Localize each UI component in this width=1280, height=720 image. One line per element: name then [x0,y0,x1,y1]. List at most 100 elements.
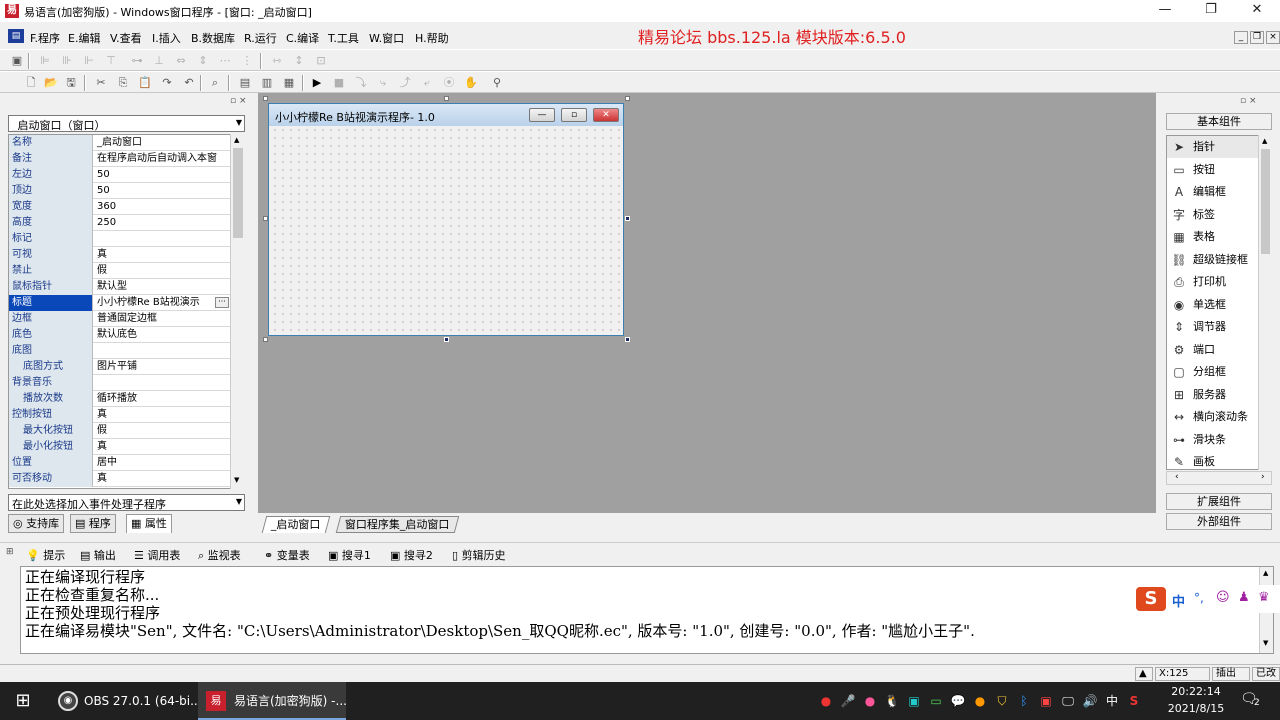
property-row[interactable]: 边框 普通固定边框 [9,311,231,327]
panel-pin-icon[interactable]: ▫ × [1240,96,1257,106]
menu-insert[interactable]: I.插入 [152,30,181,46]
space-vertical-icon[interactable]: ⋮ [240,54,254,68]
tab-watch[interactable]: ⌕ 监视表 [198,547,241,563]
component-item[interactable]: ▦ 表格 [1167,226,1261,248]
component-scrollbar[interactable]: ▲ [1258,135,1272,470]
property-row[interactable]: 底图方式 图片平铺 [9,359,231,375]
microphone-icon[interactable]: 🎤 [840,693,856,709]
property-value[interactable]: 假 [95,263,231,279]
step-icon[interactable]: ⤵ [354,76,368,90]
mdi-minimize-button[interactable]: _ [1234,31,1248,44]
mdi-restore-button[interactable]: ❐ [1250,31,1264,44]
tab-program[interactable]: ▤ 程序 [70,514,116,533]
property-value[interactable]: 普通固定边框 [95,311,231,327]
qq-icon[interactable]: 🐧 [884,693,900,709]
breakpoint-icon[interactable]: ⦿ [442,76,456,90]
property-row[interactable]: 高度 250 [9,215,231,231]
property-value[interactable]: 居中 [95,455,231,471]
resize-handle[interactable] [444,96,449,101]
scroll-up-icon[interactable]: ▲ [1263,569,1268,577]
basic-components-button[interactable]: 基本组件 [1166,113,1272,130]
tab-start-window[interactable]: _启动窗口 [261,516,330,533]
property-row[interactable]: 可视真 [9,247,231,263]
property-value[interactable]: 假 [95,423,231,439]
property-row[interactable]: 位置 居中 [9,455,231,471]
property-value[interactable]: _启动窗口 [95,135,231,151]
resize-handle[interactable] [625,96,630,101]
tray-app-icon[interactable]: ● [818,693,834,709]
mdi-close-button[interactable]: × [1266,31,1280,44]
component-item[interactable]: ➤ 指针 [1167,136,1261,158]
component-item[interactable]: A 编辑框 [1167,181,1261,203]
cut-icon[interactable]: ✂ [94,76,108,90]
tab-clip-history[interactable]: ▯ 剪辑历史 [452,547,506,563]
volume-icon[interactable]: 🔊 [1082,693,1098,709]
align-middle-icon[interactable]: ⊶ [130,54,144,68]
copy-icon[interactable]: ⎘ [116,76,130,90]
property-row[interactable]: 控制按钮真 [9,407,231,423]
align-right-icon[interactable]: ⊩ [82,54,96,68]
component-item[interactable]: 字标签 [1167,204,1261,226]
property-value[interactable]: 50 [95,183,231,199]
layout-window-icon[interactable]: ▤ [238,76,252,90]
run-icon[interactable]: ▶ [310,76,324,90]
new-file-icon[interactable]: 🗋 [24,76,38,90]
property-value[interactable]: 循环播放 [95,391,231,407]
property-value[interactable]: 真 [95,439,231,455]
property-row[interactable]: 宽度 360 [9,199,231,215]
notification-icon[interactable]: 🗨 [1240,691,1264,711]
open-folder-icon[interactable]: 📂 [44,76,58,90]
property-value[interactable]: 在程序启动后自动调入本窗 [95,151,231,167]
same-height-icon[interactable]: ⇕ [196,54,210,68]
property-row[interactable]: 最小化按钮真 [9,439,231,455]
component-item[interactable]: ⊶ 滑块条 [1167,429,1261,451]
align-left-icon[interactable]: ⊫ [38,54,52,68]
taskbar-eyuyan[interactable]: 易 易语言(加密狗版) -... [198,682,347,720]
component-item[interactable]: ▭ 按钮 [1167,159,1261,181]
network-icon[interactable]: 🖵 [1060,693,1076,709]
grid-icon[interactable]: ▣ [10,54,24,68]
sogou-tray-icon[interactable]: S [1126,693,1142,709]
close-button[interactable]: ✕ [1234,0,1280,22]
component-item[interactable]: ⊞ 服务器 [1167,384,1261,406]
minimize-button[interactable]: — [1142,0,1188,22]
skin-icon[interactable]: ♛ [1258,590,1270,605]
find-icon[interactable]: ⌕ [208,76,222,90]
status-collapse-icon[interactable]: ▲ [1135,667,1153,681]
redo-icon[interactable]: ↷ [160,76,174,90]
menu-database[interactable]: B.数据库 [191,30,235,46]
tab-variables[interactable]: ⚭ 变量表 [264,547,310,563]
resize-handle[interactable] [625,216,630,221]
tray-app-icon[interactable]: ▣ [906,693,922,709]
align-center-icon[interactable]: ⊪ [60,54,74,68]
binoculars-icon[interactable]: ⚲ [490,76,504,90]
component-item[interactable]: ⇕ 调节器 [1167,316,1261,338]
scroll-up-icon[interactable]: ▲ [234,136,239,144]
resize-handle[interactable] [263,96,268,101]
property-value[interactable]: 360 [95,199,231,215]
undo-icon[interactable]: ↶ [182,76,196,90]
menu-run[interactable]: R.运行 [244,30,277,46]
component-item[interactable]: ⛓ 超级链接框 [1167,249,1261,271]
property-row[interactable]: 左边 50 [9,167,231,183]
property-value[interactable]: 图片平铺 [95,359,231,375]
property-row[interactable]: 底色 默认底色 [9,327,231,343]
tab-search1[interactable]: ▣ 搜寻1 [328,547,371,563]
property-row[interactable]: 底图 [9,343,231,359]
resize-handle[interactable] [263,337,268,342]
menu-help[interactable]: H.帮助 [415,30,449,46]
component-item[interactable]: ◉ 单选框 [1167,294,1261,316]
step-out-icon[interactable]: ⤶ [420,76,434,90]
layout-split-icon[interactable]: ▥ [260,76,274,90]
shield-icon[interactable]: ⛉ [994,693,1010,709]
layout-grid-icon[interactable]: ▦ [282,76,296,90]
property-scrollbar[interactable]: ▲ ▼ [230,134,245,489]
clock-date[interactable]: 2021/8/15 [1160,702,1232,715]
property-row[interactable]: 可否移动真 [9,471,231,487]
property-value[interactable]: 真 [95,471,231,487]
tab-support-lib[interactable]: ◎ 支持库 [8,514,65,533]
property-value[interactable] [95,343,231,359]
tray-app-icon[interactable]: ● [862,693,878,709]
punctuation-icon[interactable]: °, [1194,591,1204,605]
emoji-icon[interactable]: ☺ [1216,590,1230,605]
